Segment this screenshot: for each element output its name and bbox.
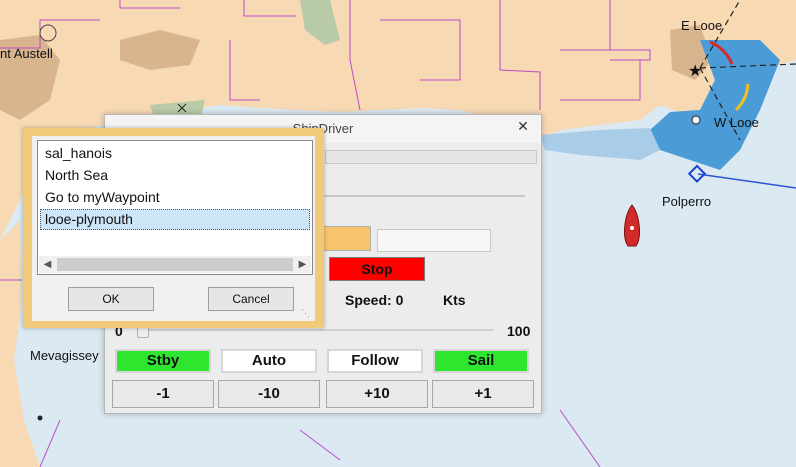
place-label-west-looe: W Looe xyxy=(714,115,759,130)
route-item-go-to-mywaypoint[interactable]: Go to myWaypoint xyxy=(40,187,310,208)
horizontal-scrollbar[interactable]: ◀ ▶ xyxy=(39,256,311,273)
speed-readout: Speed: 0 xyxy=(345,292,404,308)
minus-10-button[interactable]: -10 xyxy=(218,380,320,408)
ok-button[interactable]: OK xyxy=(68,287,154,311)
sail-button[interactable]: Sail xyxy=(433,349,529,373)
scrollbar-thumb[interactable] xyxy=(57,258,293,271)
scale-max-label: 100 xyxy=(507,323,531,339)
stop-button[interactable]: Stop xyxy=(329,257,425,281)
plus-10-button[interactable]: +10 xyxy=(326,380,428,408)
plus-1-button[interactable]: +1 xyxy=(432,380,534,408)
follow-button[interactable]: Follow xyxy=(327,349,423,373)
speed-unit: Kts xyxy=(443,292,466,308)
speed-slider-track xyxy=(139,329,494,331)
heading-indicator xyxy=(323,226,371,251)
stby-button[interactable]: Stby xyxy=(115,349,211,373)
minus-1-button[interactable]: -1 xyxy=(112,380,214,408)
svg-text:★: ★ xyxy=(688,63,702,80)
cancel-button[interactable]: Cancel xyxy=(208,287,294,311)
close-icon[interactable]: ✕ xyxy=(509,117,537,135)
place-label-east-looe: E Looe xyxy=(681,18,723,33)
resize-grip-icon[interactable]: ⋱ xyxy=(301,308,311,318)
heading-bar xyxy=(325,150,537,164)
auto-button[interactable]: Auto xyxy=(221,349,317,373)
route-list[interactable]: sal_hanois North Sea Go to myWaypoint lo… xyxy=(37,140,313,275)
route-select-dialog: sal_hanois North Sea Go to myWaypoint lo… xyxy=(23,128,324,328)
place-label-polperro: Polperro xyxy=(662,194,712,209)
dialog-body: sal_hanois North Sea Go to myWaypoint lo… xyxy=(32,136,315,321)
place-label-st-austell: nt Austell xyxy=(0,46,53,61)
route-item-sal-hanois[interactable]: sal_hanois xyxy=(40,143,310,164)
route-item-looe-plymouth[interactable]: looe-plymouth xyxy=(40,209,310,230)
value-field xyxy=(377,229,491,252)
place-label-mevagissey: Mevagissey xyxy=(30,348,99,363)
slider-track xyxy=(301,195,525,197)
route-item-north-sea[interactable]: North Sea xyxy=(40,165,310,186)
chevron-left-icon[interactable]: ◀ xyxy=(39,256,56,273)
chevron-right-icon[interactable]: ▶ xyxy=(294,256,311,273)
